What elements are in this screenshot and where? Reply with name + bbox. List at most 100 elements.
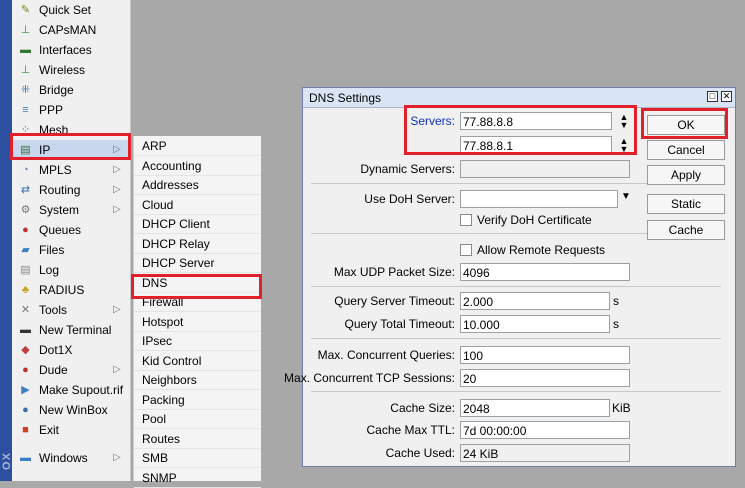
verify-doh-checkbox[interactable] <box>460 214 472 226</box>
mpls-icon: ◔ <box>22 164 29 176</box>
verify-doh-label: Verify DoH Certificate <box>477 213 592 227</box>
query-total-timeout-field[interactable]: 10.000 <box>460 315 610 333</box>
submenu-item-label: ARP <box>142 139 167 153</box>
submenu-item-cloud[interactable]: Cloud <box>134 195 261 215</box>
allow-remote-checkbox[interactable] <box>460 244 472 256</box>
menu-item-dot1x[interactable]: ◆ Dot1X <box>12 340 130 360</box>
menu-item-quick-set[interactable]: ✎ Quick Set <box>12 0 130 20</box>
submenu-item-accounting[interactable]: Accounting <box>134 156 261 176</box>
submenu-item-label: IPsec <box>142 334 173 348</box>
winbox-icon: ● <box>22 404 29 416</box>
winbox-side-strip: OX <box>0 0 13 481</box>
maximize-icon[interactable]: □ <box>707 91 718 102</box>
menu-item-bridge[interactable]: ⁜ Bridge <box>12 80 130 100</box>
dot1x-icon: ◆ <box>21 344 30 356</box>
doh-dropdown-icon[interactable]: ▼ <box>621 191 631 202</box>
cache-size-field[interactable]: 2048 <box>460 399 610 417</box>
menu-item-wireless[interactable]: ⊥ Wireless <box>12 60 130 80</box>
max-udp-field[interactable]: 4096 <box>460 263 630 281</box>
max-udp-label: Max UDP Packet Size: <box>333 265 455 279</box>
apply-button[interactable]: Apply <box>647 165 725 185</box>
windows-icon: ▬ <box>20 452 31 464</box>
submenu-item-dhcp-server[interactable]: DHCP Server <box>134 253 261 273</box>
submenu-item-snmp[interactable]: SNMP <box>134 468 261 488</box>
submenu-item-label: Hotspot <box>142 314 184 329</box>
terminal-icon: ▬ <box>20 324 31 336</box>
menu-item-label: Windows <box>39 451 88 465</box>
menu-item-exit[interactable]: ■ Exit <box>12 420 130 440</box>
cache-size-unit: KiB <box>612 401 631 415</box>
menu-item-capsman[interactable]: ⊥ CAPsMAN <box>12 20 130 40</box>
cache-max-ttl-field[interactable]: 7d 00:00:00 <box>460 421 630 439</box>
submenu-item-kid-control[interactable]: Kid Control <box>134 351 261 371</box>
tools-icon: ✕ <box>20 304 31 316</box>
menu-item-label: CAPsMAN <box>39 23 97 37</box>
separator <box>311 391 721 392</box>
menu-item-make-supout-rif[interactable]: ▶ Make Supout.rif <box>12 380 130 400</box>
menu-item-log[interactable]: ▤ Log <box>12 260 130 280</box>
menu-item-label: New WinBox <box>39 403 108 417</box>
max-concurrent-queries-field[interactable]: 100 <box>460 346 630 364</box>
menu-item-label: Interfaces <box>39 43 92 57</box>
submenu-item-hotspot[interactable]: Hotspot <box>134 312 261 332</box>
menu-item-label: Exit <box>39 423 60 437</box>
menu-item-queues[interactable]: ● Queues <box>12 220 130 240</box>
menu-item-label: Tools <box>39 303 68 317</box>
submenu-item-dhcp-client[interactable]: DHCP Client <box>134 214 261 234</box>
menu-item-tools[interactable]: ✕ Tools ▷ <box>12 300 130 320</box>
dynamic-servers-field <box>460 160 630 178</box>
submenu-item-packing[interactable]: Packing <box>134 390 261 410</box>
menu-item-radius[interactable]: ♣ RADIUS <box>12 280 130 300</box>
ok-highlight-box <box>641 108 728 139</box>
menu-item-label: PPP <box>39 103 64 117</box>
cache-size-label: Cache Size: <box>390 401 455 415</box>
menu-item-label: Queues <box>39 223 82 237</box>
menu-item-label: Log <box>39 263 60 277</box>
submenu-item-label: SNMP <box>142 470 177 485</box>
submenu-item-neighbors[interactable]: Neighbors <box>134 370 261 390</box>
menu-item-label: Bridge <box>39 83 74 97</box>
menu-item-label: System <box>39 203 80 217</box>
menu-item-interfaces[interactable]: ▬ Interfaces <box>12 40 130 60</box>
submenu-item-label: Kid Control <box>142 353 202 368</box>
submenu-item-routes[interactable]: Routes <box>134 429 261 449</box>
menu-item-new-winbox[interactable]: ● New WinBox <box>12 400 130 420</box>
static-button[interactable]: Static <box>647 194 725 214</box>
cancel-button[interactable]: Cancel <box>647 140 725 160</box>
menu-item-label: Files <box>39 243 65 257</box>
wand-icon: ✎ <box>20 4 31 16</box>
max-concurrent-tcp-field[interactable]: 20 <box>460 369 630 387</box>
submenu-item-smb[interactable]: SMB <box>134 448 261 468</box>
submenu-item-dhcp-relay[interactable]: DHCP Relay <box>134 234 261 254</box>
cache-button[interactable]: Cache <box>647 220 725 240</box>
submenu-item-label: Pool <box>142 412 167 426</box>
submenu-item-addresses[interactable]: Addresses <box>134 175 261 195</box>
menu-item-mpls[interactable]: ◔ MPLS ▷ <box>12 160 130 180</box>
submenu-item-pool[interactable]: Pool <box>134 409 261 429</box>
menu-item-routing[interactable]: ⇄ Routing ▷ <box>12 180 130 200</box>
ppp-icon: ≡ <box>22 104 29 116</box>
dynamic-servers-label: Dynamic Servers: <box>360 162 455 176</box>
menu-item-label: Routing <box>39 183 81 197</box>
menu-item-windows[interactable]: ▬ Windows ▷ <box>12 448 130 468</box>
submenu-arrow-icon: ▷ <box>113 304 121 315</box>
use-doh-field[interactable] <box>460 190 618 208</box>
menu-item-dude[interactable]: ● Dude ▷ <box>12 360 130 380</box>
menu-item-label: RADIUS <box>39 283 85 297</box>
submenu-item-label: DHCP Server <box>142 256 215 270</box>
menu-item-files[interactable]: ▰ Files <box>12 240 130 260</box>
submenu-item-label: Accounting <box>142 158 202 173</box>
submenu-arrow-icon: ▷ <box>113 164 121 175</box>
query-server-timeout-field[interactable]: 2.000 <box>460 292 610 310</box>
query-total-timeout-unit: s <box>613 317 619 331</box>
interface-icon: ▬ <box>20 44 31 56</box>
submenu-item-arp[interactable]: ARP <box>134 136 261 156</box>
dialog-title: DNS Settings <box>309 91 382 105</box>
menu-item-system[interactable]: ⚙ System ▷ <box>12 200 130 220</box>
menu-item-new-terminal[interactable]: ▬ New Terminal <box>12 320 130 340</box>
routing-icon: ⇄ <box>20 184 31 196</box>
submenu-item-ipsec[interactable]: IPsec <box>134 331 261 351</box>
menu-item-ppp[interactable]: ≡ PPP <box>12 100 130 120</box>
menu-item-label: Make Supout.rif <box>39 383 124 397</box>
close-icon[interactable]: ✕ <box>721 91 732 102</box>
